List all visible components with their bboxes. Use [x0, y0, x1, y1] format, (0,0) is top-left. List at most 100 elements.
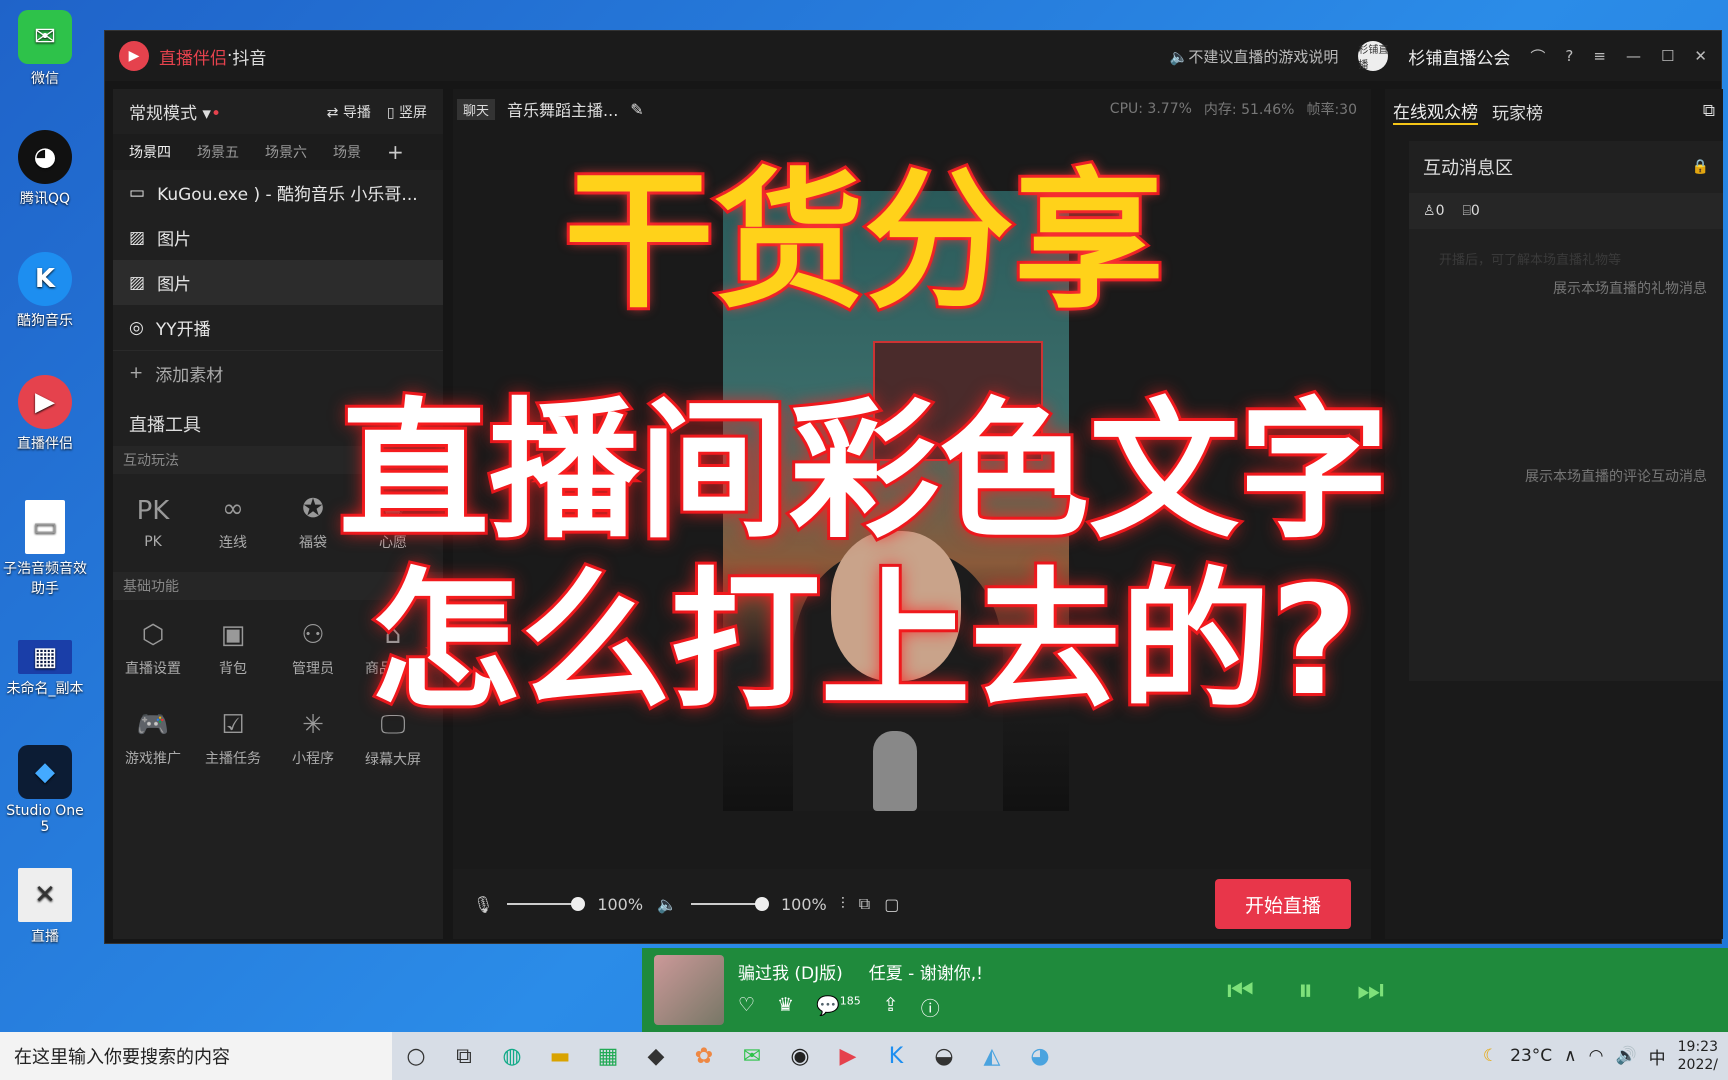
live-preview[interactable] [723, 191, 1069, 811]
mixer-icon[interactable]: ⫶ [841, 894, 845, 914]
host-task-button[interactable]: ☑ 主播任务 [193, 694, 273, 784]
avatar[interactable]: 杉铺直播 [1358, 41, 1389, 71]
switch-icon: ⇄ [326, 104, 339, 121]
tab-scene-5[interactable]: 场景五 [197, 142, 239, 162]
right-panel: 在线观众榜 玩家榜 ⧉ 互动消息区 🔒 ♙0 ⌸0 开播后，可了解本场直播礼物等 … [1385, 89, 1723, 939]
desktop-icon-live[interactable]: ✕ 直播 [0, 868, 90, 946]
lock-icon[interactable]: 🔒 [1692, 159, 1709, 175]
store-icon[interactable]: ▦ [584, 1032, 632, 1080]
desktop-icon-studio-one[interactable]: ◆ Studio One 5 [0, 745, 90, 835]
tray-expand-icon[interactable]: ∧ [1564, 1046, 1576, 1066]
next-icon[interactable]: ⏭ [1357, 973, 1384, 1008]
tools-title: 直播工具 [129, 414, 201, 436]
volume-icon[interactable]: 🔊 [1615, 1046, 1636, 1066]
source-item[interactable]: ▨ 图片 [113, 260, 443, 305]
wechat-taskbar-icon[interactable]: ✉ [728, 1032, 776, 1080]
help-icon[interactable]: ? [1565, 47, 1573, 65]
clock[interactable]: 19:23 2022/ [1678, 1038, 1718, 1074]
lucky-bag-button[interactable]: ✪ 福袋 [273, 478, 353, 568]
speaker-volume-icon[interactable]: 🔈 [657, 895, 677, 914]
user-name[interactable]: 杉铺直播公会 [1408, 44, 1510, 69]
section-play: 互动玩法 [113, 446, 443, 474]
add-scene-icon[interactable]: + [387, 140, 404, 164]
album-cover[interactable] [654, 955, 724, 1025]
hexagon-icon: ⬡ [141, 620, 165, 650]
mic-volume-slider[interactable] [507, 897, 586, 911]
viewer-count: ♙0 [1423, 203, 1445, 219]
maximize-icon[interactable]: ☐ [1661, 47, 1674, 65]
record-icon[interactable]: ▢ [884, 895, 899, 914]
studio-one-taskbar-icon[interactable]: ◆ [632, 1032, 680, 1080]
info-icon[interactable]: ⓘ [921, 994, 940, 1021]
desktop-icon-livecompanion[interactable]: ▶ 直播伴侣 [0, 375, 90, 453]
obs-icon[interactable]: ◒ [920, 1032, 968, 1080]
desktop-icon-kugou[interactable]: K 酷狗音乐 [0, 252, 90, 330]
vip-icon[interactable]: ♛ [777, 994, 794, 1021]
game-promo-button[interactable]: 🎮 游戏推广 [113, 694, 193, 784]
tab-online-rank[interactable]: 在线观众榜 [1393, 98, 1478, 125]
game-notice-link[interactable]: 🔈不建议直播的游戏说明 [1170, 46, 1339, 67]
track-actions: ♡ ♛ 💬185 ⇪ ⓘ [738, 994, 983, 1021]
playback-controls: ⏮ ⏸ ⏭ [1227, 973, 1384, 1008]
desktop-icon-wechat[interactable]: ✉ 微信 [0, 10, 90, 88]
mic-icon[interactable]: 🎙 [473, 895, 493, 914]
edit-icon[interactable]: ✎ [630, 100, 643, 119]
source-item[interactable]: ▨ 图片 [113, 215, 443, 260]
menu-icon[interactable]: ≡ [1593, 47, 1606, 65]
task-icon: ☑ [221, 710, 245, 740]
share-icon[interactable]: ⇪ [883, 994, 899, 1021]
source-item[interactable]: ◎ YY开播 [113, 305, 443, 350]
link-button[interactable]: ∞ 连线 [193, 478, 273, 568]
add-source-button[interactable]: + 添加素材 [113, 350, 443, 395]
live-companion-taskbar-icon[interactable]: ▶ [824, 1032, 872, 1080]
wish-button[interactable]: ☕ 心愿 [353, 478, 433, 568]
taskbar-search[interactable]: 在这里输入你要搜索的内容 [0, 1032, 392, 1080]
mini-program-button[interactable]: ✳ 小程序 [273, 694, 353, 784]
desktop-icon-untitled[interactable]: ▦ 未命名_副本 [0, 640, 90, 698]
task-view-icon[interactable]: ⧉ [440, 1032, 488, 1080]
ime-indicator[interactable]: 中 [1649, 1044, 1666, 1069]
taskbar: 在这里输入你要搜索的内容 ○ ⧉ ◍ ▬ ▦ ◆ ✿ ✉ ◉ ▶ K ◒ ◭ ◕… [0, 1032, 1728, 1080]
gift-count: ⌸0 [1462, 203, 1480, 219]
like-icon[interactable]: ♡ [738, 994, 755, 1021]
popout-icon[interactable]: ⧉ [1703, 101, 1715, 121]
backpack-button[interactable]: ▣ 背包 [193, 604, 273, 694]
temperature[interactable]: 23°C [1510, 1046, 1552, 1066]
qq-taskbar-icon[interactable]: ◕ [1016, 1032, 1064, 1080]
live-settings-button[interactable]: ⬡ 直播设置 [113, 604, 193, 694]
goods-button[interactable]: ⌂ 商品管理 [353, 604, 433, 694]
source-item[interactable]: ▭ KuGou.exe ) - 酷狗音乐 小乐哥... [113, 170, 443, 215]
cortana-icon[interactable]: ○ [392, 1032, 440, 1080]
photos-icon[interactable]: ✿ [680, 1032, 728, 1080]
minimize-icon[interactable]: — [1626, 47, 1641, 65]
comment-icon[interactable]: 💬185 [816, 994, 861, 1021]
speaker-volume-slider[interactable] [690, 897, 769, 911]
start-live-button[interactable]: 开始直播 [1215, 879, 1351, 929]
admin-button[interactable]: ⚇ 管理员 [273, 604, 353, 694]
tab-scene-4[interactable]: 场景四 [129, 142, 171, 162]
tab-player-rank[interactable]: 玩家榜 [1492, 99, 1543, 124]
portrait-button[interactable]: ▯ 竖屏 [387, 102, 427, 122]
tab-scene-more[interactable]: 场景 [333, 142, 361, 162]
network-icon[interactable]: ◠ [1589, 1046, 1604, 1066]
guide-button[interactable]: ⇄ 导播 [327, 102, 371, 122]
speaker-icon: 🔈 [1169, 47, 1189, 66]
desktop-icon-qq[interactable]: ◕ 腾讯QQ [0, 130, 90, 208]
pause-icon[interactable]: ⏸ [1298, 973, 1313, 1008]
camera-app-icon[interactable]: ◉ [776, 1032, 824, 1080]
green-screen-button[interactable]: 🖵 绿幕大屏 [353, 694, 433, 784]
pk-button[interactable]: PK PK [113, 478, 193, 568]
headset-icon[interactable]: ⌒ [1530, 46, 1545, 67]
link-icon: ∞ [222, 494, 244, 524]
close-icon[interactable]: ✕ [1694, 47, 1707, 65]
edge-icon[interactable]: ◍ [488, 1032, 536, 1080]
camera-switch-icon[interactable]: ⧉ [859, 894, 870, 914]
previous-icon[interactable]: ⏮ [1227, 973, 1254, 1008]
bird-app-icon[interactable]: ◭ [968, 1032, 1016, 1080]
stream-title[interactable]: 音乐舞蹈主播... [507, 97, 618, 121]
mode-select[interactable]: 常规模式 ▾• [129, 99, 221, 124]
desktop-icon-audio-helper[interactable]: ▭ 子浩音频音效助手 [0, 500, 90, 598]
tab-scene-6[interactable]: 场景六 [265, 142, 307, 162]
kugou-taskbar-icon[interactable]: K [872, 1032, 920, 1080]
explorer-icon[interactable]: ▬ [536, 1032, 584, 1080]
